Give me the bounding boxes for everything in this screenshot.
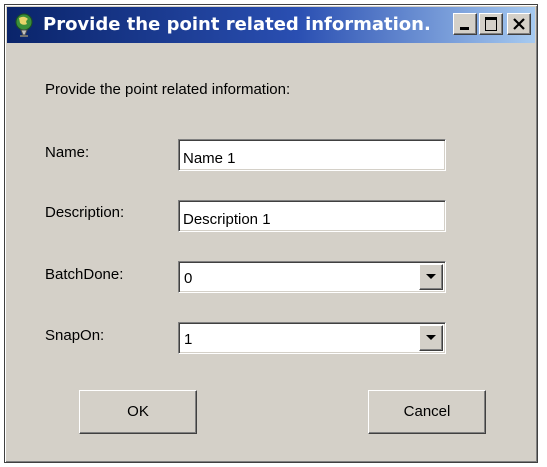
description-field[interactable] — [178, 200, 446, 232]
batchdone-value: 0 — [184, 270, 193, 287]
ok-button[interactable]: OK — [79, 390, 197, 434]
snapon-value: 1 — [184, 331, 193, 348]
dialog-prompt: Provide the point related information: — [45, 81, 291, 98]
close-icon — [513, 18, 525, 30]
snapon-label: SnapOn: — [45, 327, 105, 344]
cancel-button[interactable]: Cancel — [368, 390, 486, 434]
description-label: Description: — [45, 204, 125, 221]
window-title: Provide the point related information. — [43, 14, 431, 35]
snapon-dropdown-button[interactable] — [419, 325, 443, 351]
minimize-button[interactable] — [453, 13, 477, 35]
name-field[interactable] — [178, 139, 446, 171]
maximize-button[interactable] — [479, 13, 503, 35]
snapon-select[interactable]: 1 — [178, 322, 446, 354]
batchdone-label: BatchDone: — [45, 266, 124, 283]
globe-person-icon — [15, 13, 33, 37]
batchdone-select[interactable]: 0 — [178, 261, 446, 293]
title-bar[interactable]: Provide the point related information. — [7, 7, 535, 43]
close-button[interactable] — [507, 13, 531, 35]
batchdone-dropdown-button[interactable] — [419, 264, 443, 290]
name-label: Name: — [45, 144, 90, 161]
dialog-window: Provide the point related information. P… — [4, 4, 538, 463]
